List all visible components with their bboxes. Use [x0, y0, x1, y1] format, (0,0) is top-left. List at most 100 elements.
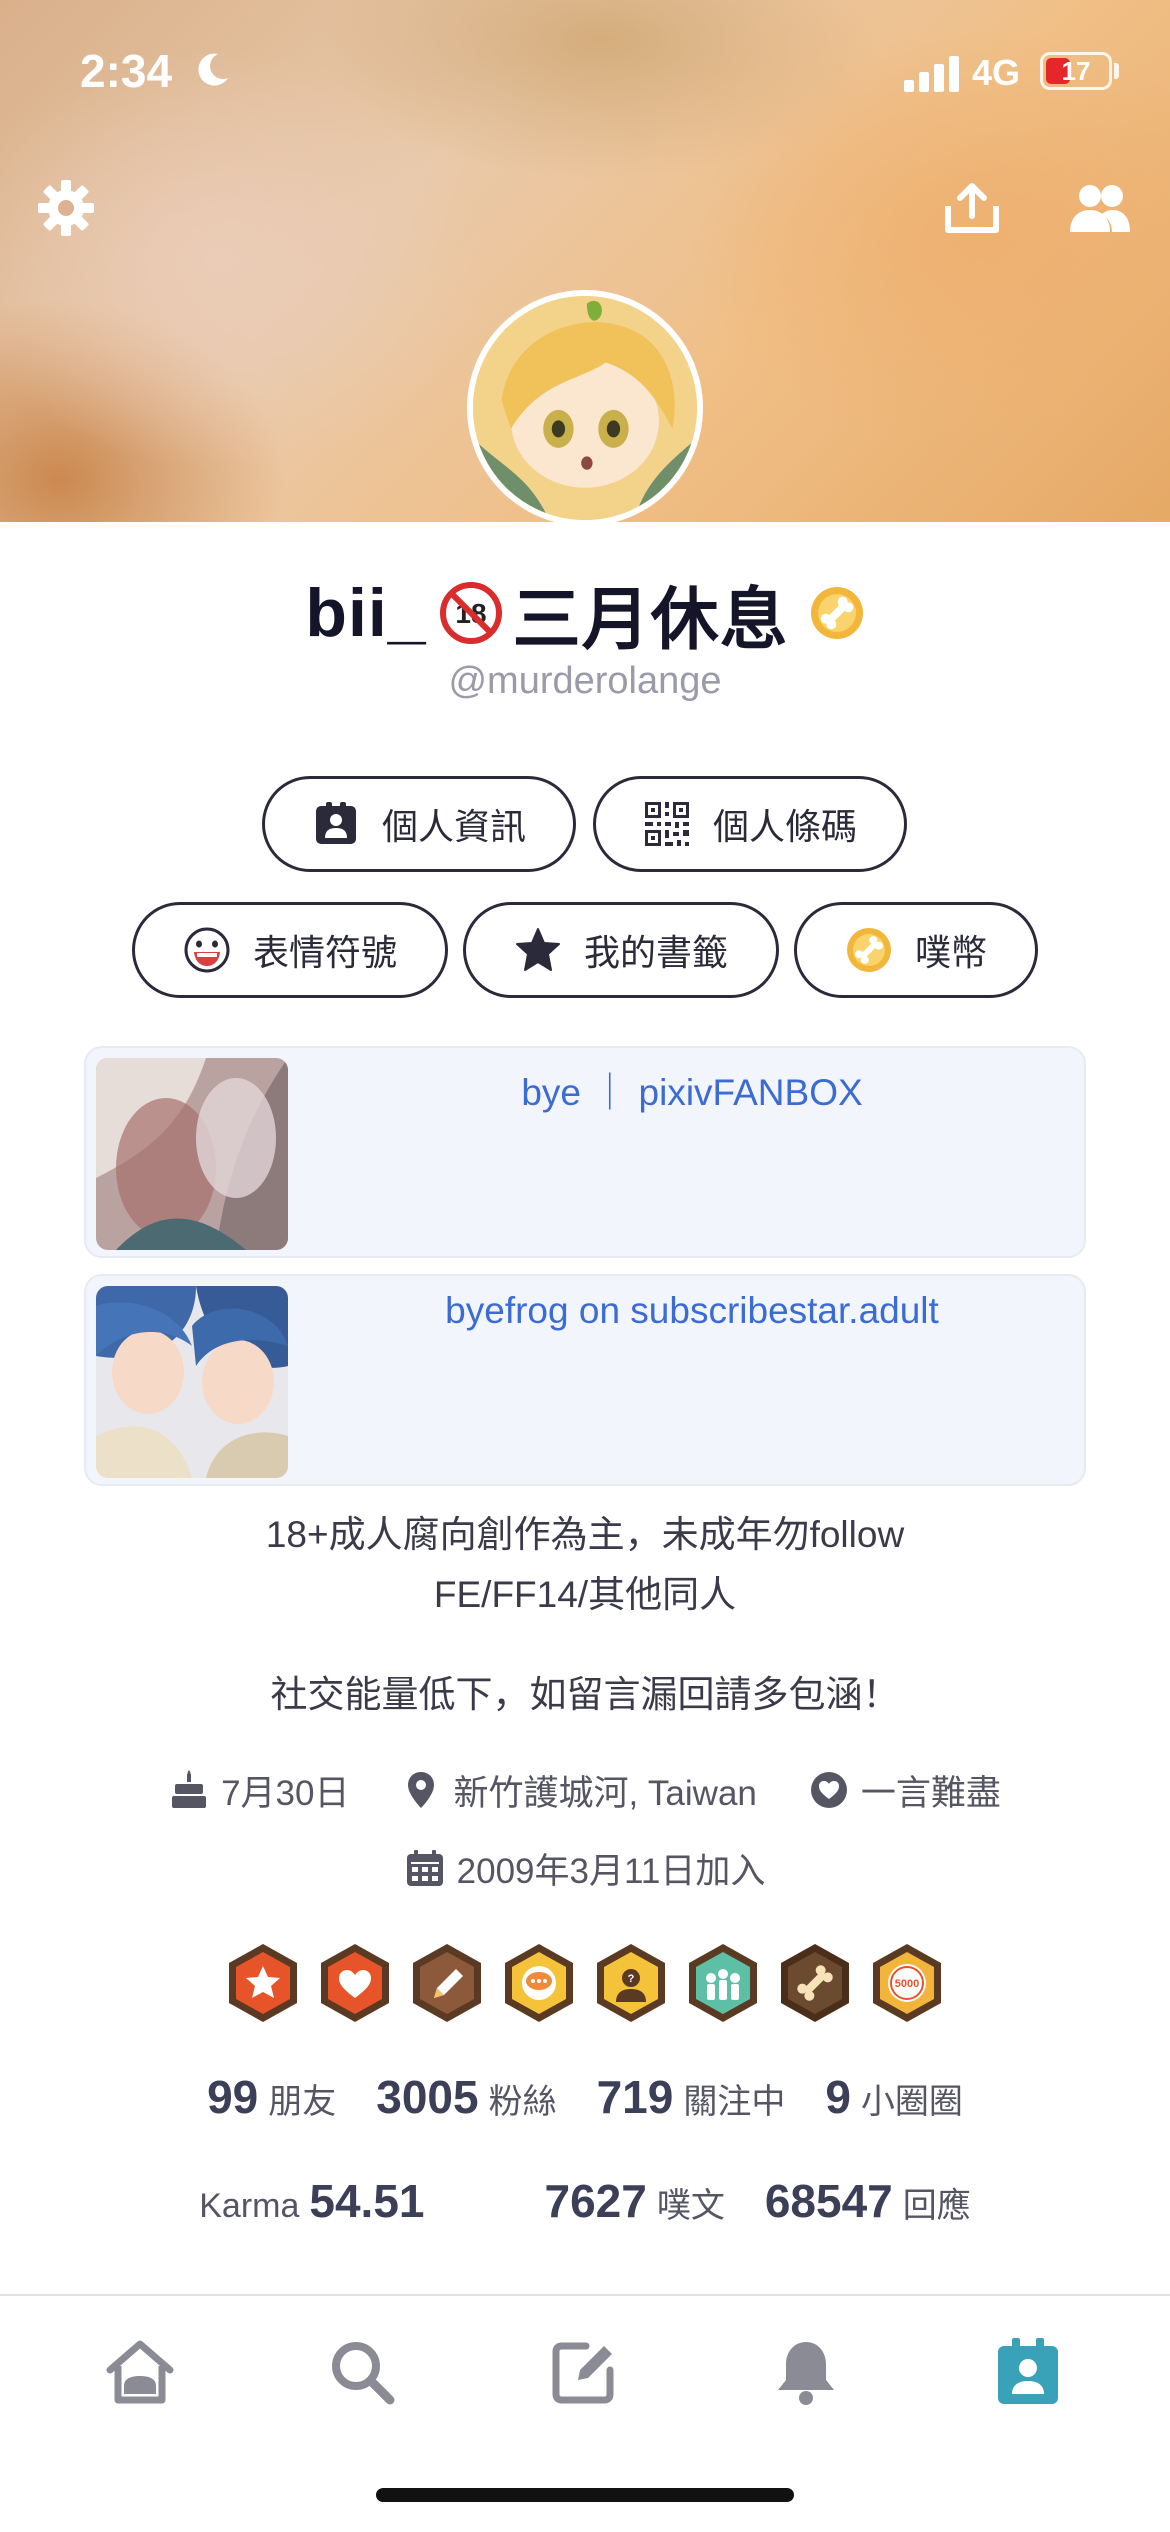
stat-value: 719: [596, 2071, 674, 2123]
gear-icon[interactable]: [34, 176, 98, 240]
location-text: 新竹護城河, Taiwan: [453, 1773, 757, 1813]
bell-icon: [778, 2342, 834, 2405]
battery-indicator: 17: [1040, 52, 1112, 90]
cake-icon: [172, 1770, 207, 1808]
emoticons-button[interactable]: 表情符號: [132, 902, 448, 998]
stat-label: 朋友: [268, 2083, 337, 2121]
link-title[interactable]: byefrog on subscribestar.adult: [306, 1290, 1078, 1332]
display-name: bii_: [305, 575, 427, 651]
responses-stat[interactable]: 68547 回應: [765, 2174, 971, 2228]
stat-label: 回應: [902, 2187, 971, 2225]
id-card-icon: [315, 802, 356, 844]
network-label: 4G: [972, 52, 1021, 93]
karma-stat[interactable]: 54.51 Karma: [199, 2174, 424, 2228]
display-name-row: bii_ 18 三月休息: [0, 568, 1170, 658]
stat-value: 54.51: [309, 2175, 425, 2227]
avatar[interactable]: [467, 290, 703, 526]
joined-item: 2009年3月11日加入: [405, 1843, 766, 1894]
share-icon[interactable]: [940, 176, 1004, 240]
avatar-illustration: [473, 296, 697, 520]
stats-row: 54.51 Karma 7627 噗文 68547 回應: [0, 2174, 1170, 2228]
friends-stat[interactable]: 99 朋友: [207, 2070, 336, 2124]
following-stat[interactable]: 719 關注中: [597, 2070, 786, 2124]
profile-meta-row: 7月30日 新竹護城河, Taiwan 一言難盡: [0, 1762, 1170, 1818]
stat-value: 99: [207, 2071, 259, 2123]
plurks-stat[interactable]: 7627 噗文: [545, 2174, 725, 2228]
coins-button[interactable]: 噗幣: [794, 902, 1038, 998]
bone-badge-icon[interactable]: [778, 1942, 852, 2024]
bio-line: FE/FF14/其他同人: [433, 1574, 737, 1615]
home-icon: [106, 2340, 174, 2404]
link-title[interactable]: bye ｜ pixivFANBOX: [306, 1062, 1078, 1116]
profile-card-icon: [998, 2338, 1058, 2404]
profile-meta-row: 2009年3月11日加入: [0, 1840, 1170, 1896]
qr-code-icon: [644, 802, 689, 846]
relationship-text: 一言難盡: [860, 1773, 1001, 1813]
stat-label: 小圈圈: [860, 2083, 963, 2121]
crowd-badge-icon[interactable]: [686, 1942, 760, 2024]
location-item: 新竹護城河, Taiwan: [401, 1765, 757, 1816]
location-pin-icon: [408, 1772, 435, 1808]
stat-label: Karma: [199, 2187, 300, 2225]
emoticon-face-icon: [184, 927, 230, 973]
fans-stat[interactable]: 3005 粉絲: [376, 2070, 556, 2124]
link-thumbnail: [96, 1058, 288, 1250]
battery-level: 17: [1061, 56, 1091, 86]
compose-icon: [552, 2342, 614, 2404]
birthday-text: 7月30日: [221, 1773, 350, 1813]
coin-badge-icon[interactable]: [809, 585, 865, 641]
status-bar: 2:34 4G 17: [0, 0, 1170, 150]
username: @murderolange: [448, 660, 722, 702]
heart-icon: [810, 1772, 847, 1808]
pencil-badge-icon[interactable]: [410, 1942, 484, 2024]
relationship-item: 一言難盡: [809, 1765, 1001, 1816]
search-icon: [332, 2342, 395, 2405]
stat-value: 3005: [376, 2071, 479, 2123]
link-card-subscribestar[interactable]: byefrog on subscribestar.adult: [84, 1274, 1086, 1486]
tab-search[interactable]: [324, 2334, 400, 2410]
birthday-item: 7月30日: [169, 1765, 349, 1816]
adult-18-icon: 18: [439, 582, 502, 644]
star-badge-icon[interactable]: [226, 1942, 300, 2024]
qr-code-label: 個人條碼: [712, 806, 857, 847]
tab-compose[interactable]: [546, 2334, 622, 2410]
stat-label: 粉絲: [488, 2083, 557, 2121]
stats-row: 99 朋友 3005 粉絲 719 關注中 9 小圈圈: [0, 2070, 1170, 2124]
battery-nub: [1114, 63, 1119, 79]
star-icon: [515, 928, 560, 971]
signal-icon: [904, 56, 959, 92]
tab-home[interactable]: [102, 2334, 178, 2410]
bio-line: 18+成人腐向創作為主，未成年勿follow: [265, 1514, 905, 1555]
joined-text: 2009年3月11日加入: [456, 1851, 766, 1891]
5000-badge-icon[interactable]: 5000: [870, 1942, 944, 2024]
friends-icon[interactable]: [1068, 176, 1132, 240]
bookmarks-button[interactable]: 我的書籤: [463, 902, 779, 998]
cliques-stat[interactable]: 9 小圈圈: [825, 2070, 963, 2124]
coins-label: 噗幣: [914, 932, 987, 973]
chat-badge-icon[interactable]: [502, 1942, 576, 2024]
question-badge-icon[interactable]: ?: [594, 1942, 668, 2024]
stat-label: 噗文: [656, 2187, 725, 2225]
display-name-suffix: 三月休息: [512, 581, 789, 658]
profile-info-label: 個人資訊: [381, 806, 526, 847]
tab-notifications[interactable]: [768, 2334, 844, 2410]
stat-value: 68547: [764, 2175, 893, 2227]
calendar-icon: [406, 1850, 443, 1886]
stat-value: 9: [825, 2071, 851, 2123]
emoticons-label: 表情符號: [252, 932, 397, 973]
heart-badge-icon[interactable]: [318, 1942, 392, 2024]
bio-line: 社交能量低下，如留言漏回請多包涵！: [270, 1674, 900, 1715]
qr-code-button[interactable]: 個人條碼: [593, 776, 907, 872]
svg-text:?: ?: [628, 1973, 635, 1985]
link-card-fanbox[interactable]: bye ｜ pixivFANBOX: [84, 1046, 1086, 1258]
achievement-badges: ? 5000: [0, 1942, 1170, 2028]
coin-icon: [846, 928, 891, 972]
tab-profile[interactable]: [990, 2334, 1066, 2410]
badge-text: 5000: [895, 1978, 919, 1990]
status-time: 2:34: [80, 45, 173, 97]
bookmarks-label: 我的書籤: [583, 932, 728, 973]
home-indicator: [376, 2488, 794, 2502]
profile-info-button[interactable]: 個人資訊: [262, 776, 576, 872]
link-thumbnail: [96, 1286, 288, 1478]
stat-label: 關注中: [683, 2083, 786, 2121]
